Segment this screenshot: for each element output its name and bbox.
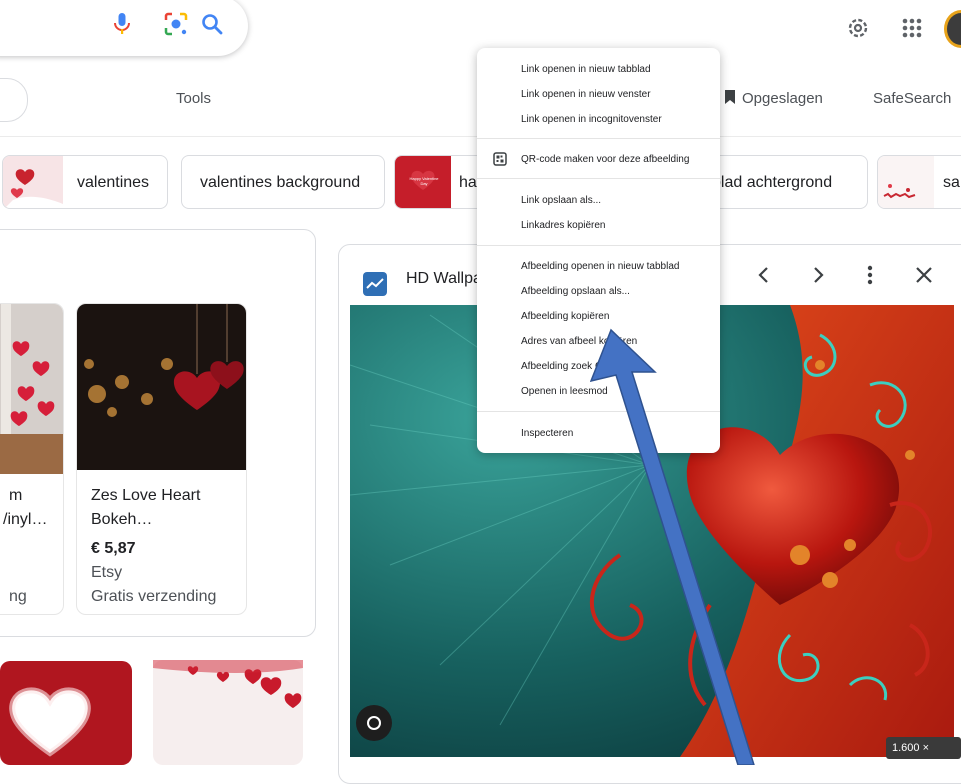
product-price: € 5,87	[91, 540, 136, 557]
chip-valentines-background[interactable]: valentines background	[181, 155, 385, 209]
chip-label: sa	[943, 174, 960, 191]
chip-thumb-text: Happy Valentine Day	[409, 176, 439, 186]
chip-thumbnail	[3, 156, 63, 208]
menu-open-image-new-tab[interactable]: Afbeelding openen in nieuw tabblad	[521, 260, 679, 274]
chip-thumbnail	[878, 156, 934, 208]
chip-happy[interactable]: Happy Valentine Day ha	[394, 155, 484, 209]
menu-save-image-as[interactable]: Afbeelding opslaan als...	[521, 285, 630, 299]
product-image	[0, 304, 63, 474]
site-favicon	[363, 272, 387, 296]
close-icon[interactable]	[912, 263, 936, 287]
product-image	[77, 304, 246, 470]
qr-code-icon	[493, 152, 507, 166]
menu-separator	[477, 138, 720, 139]
product-title-line: Zes Love Heart	[91, 487, 201, 504]
product-title-line: /inyl…	[3, 511, 48, 528]
tools-button[interactable]: Tools	[176, 90, 211, 107]
product-shipping: ng	[9, 588, 27, 605]
bookmark-icon	[725, 90, 735, 104]
avatar[interactable]	[944, 10, 961, 48]
product-store: Etsy	[91, 564, 123, 581]
product-card[interactable]: m /inyl… ng	[0, 303, 64, 615]
menu-separator	[477, 245, 720, 246]
annotation-arrow	[590, 328, 755, 765]
chip-label: valentines background	[200, 174, 361, 191]
safesearch-button[interactable]: SafeSearch	[873, 90, 951, 107]
result-thumbnail[interactable]	[0, 661, 132, 765]
chip-valentines[interactable]: valentines	[2, 155, 168, 209]
chip-sa[interactable]: sa	[877, 155, 961, 209]
menu-separator	[477, 178, 720, 179]
result-thumbnail[interactable]	[153, 660, 303, 765]
menu-inspect[interactable]: Inspecteren	[521, 427, 573, 441]
settings-icon[interactable]	[844, 14, 872, 42]
chip-label: blad achtergrond	[712, 174, 833, 191]
product-title-line: Bokeh…	[91, 511, 153, 528]
chevron-right-icon[interactable]	[806, 263, 830, 287]
menu-open-link-incognito[interactable]: Link openen in incognitovenster	[521, 113, 662, 127]
product-shipping: Gratis verzending	[91, 588, 217, 605]
mic-icon[interactable]	[108, 10, 136, 38]
menu-save-link-as[interactable]: Link opslaan als...	[521, 194, 601, 208]
product-title-line: m	[9, 487, 23, 504]
menu-copy-link-address[interactable]: Linkadres kopiëren	[521, 219, 606, 233]
more-vert-icon[interactable]	[858, 263, 882, 287]
filter-pill[interactable]	[0, 78, 28, 122]
saved-button[interactable]: Opgeslagen	[742, 90, 823, 107]
product-card[interactable]: Zes Love Heart Bokeh… € 5,87 Etsy Gratis…	[76, 303, 247, 615]
preview-source[interactable]: HD Wallpa	[406, 270, 482, 288]
menu-create-qr-code[interactable]: QR-code maken voor deze afbeelding	[521, 153, 689, 167]
search-icon[interactable]	[198, 10, 226, 38]
chevron-left-icon[interactable]	[752, 263, 776, 287]
image-size-badge: 1.600 × 1.200	[886, 737, 961, 776]
chip-label: valentines	[77, 174, 150, 191]
menu-open-link-new-window[interactable]: Link openen in nieuw venster	[521, 88, 651, 102]
lens-icon[interactable]	[162, 10, 190, 38]
apps-icon[interactable]	[898, 14, 926, 42]
menu-open-link-new-tab[interactable]: Link openen in nieuw tabblad	[521, 63, 651, 77]
chip-label: ha	[459, 174, 477, 191]
